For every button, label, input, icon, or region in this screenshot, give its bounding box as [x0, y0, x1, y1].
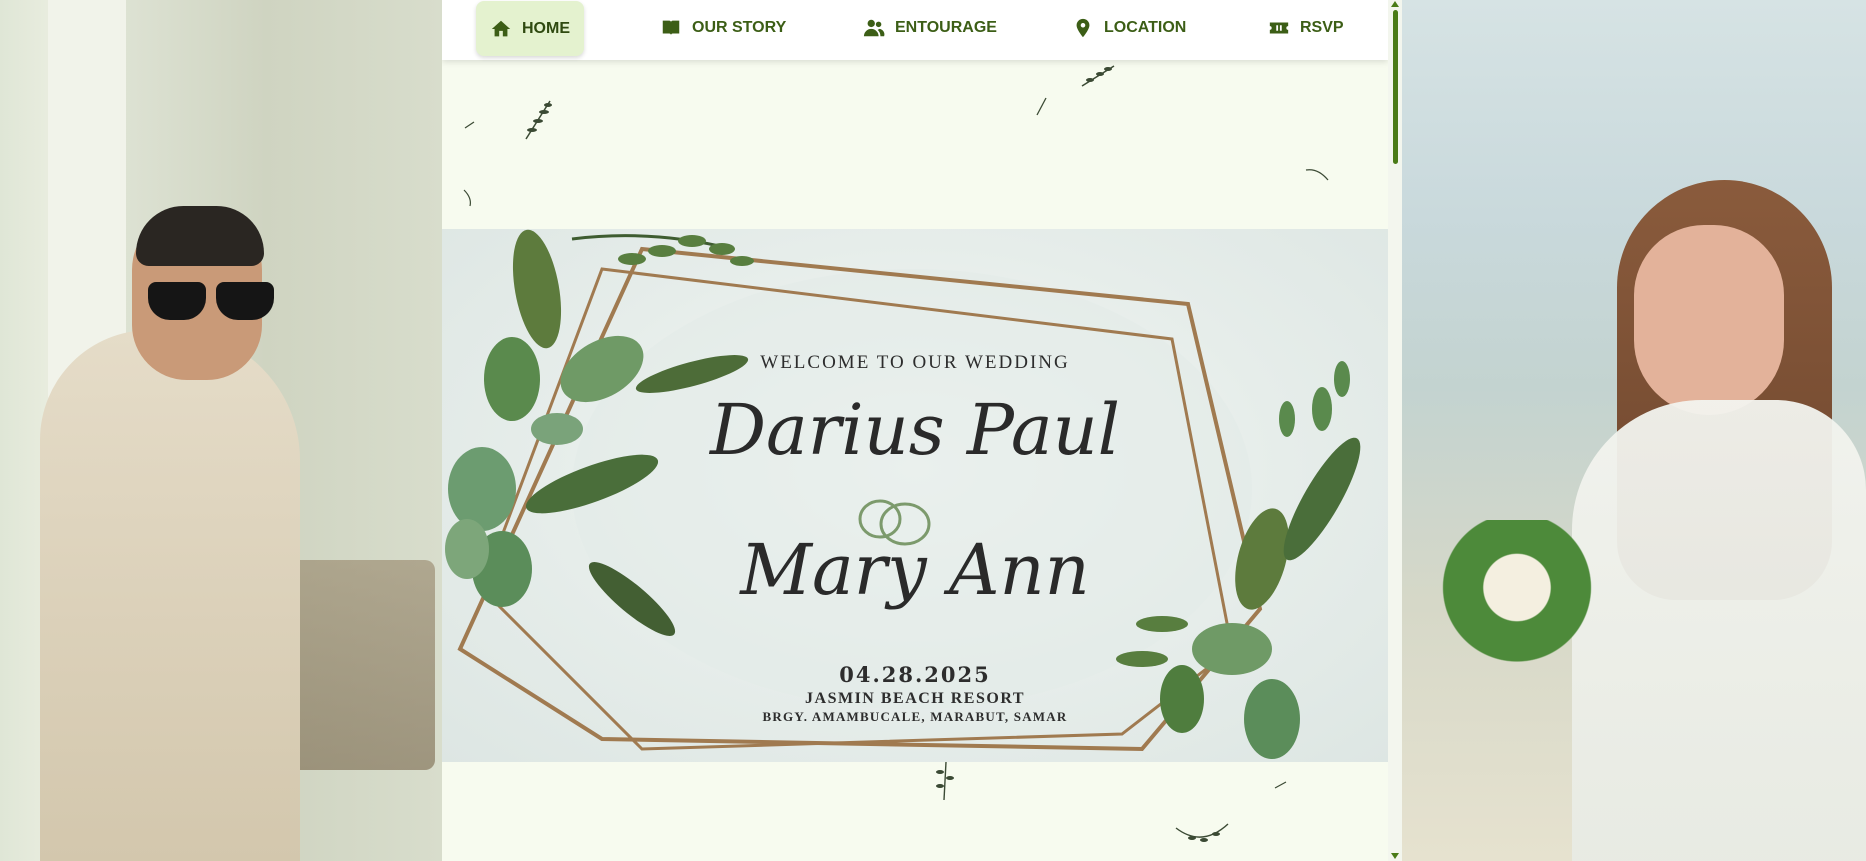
wedding-date: 04.28.2025	[839, 662, 991, 687]
book-icon	[662, 20, 680, 36]
nav-rsvp[interactable]: RSVP	[1268, 0, 1344, 56]
sprig-decoration	[525, 100, 552, 140]
people-icon	[863, 19, 885, 37]
venue-address: BRGY. AMAMBUCALE, MARABUT, SAMAR	[762, 709, 1068, 724]
vertical-scrollbar[interactable]	[1388, 0, 1402, 861]
nav-location-label: LOCATION	[1104, 19, 1187, 36]
welcome-heading: WELCOME TO OUR WEDDING	[760, 352, 1070, 373]
scroll-thumb[interactable]	[1393, 10, 1398, 164]
scroll-up-arrow[interactable]	[1391, 1, 1399, 7]
sprig-decoration	[936, 761, 954, 801]
nav-location[interactable]: LOCATION	[1072, 0, 1186, 56]
groom-suit	[40, 330, 300, 861]
bride-dress	[1572, 400, 1866, 861]
top-navbar: HOME OUR STORY ENTOURAGE LOCATION RSVP	[442, 0, 1388, 60]
sprig-decoration	[1081, 65, 1115, 87]
nav-entourage[interactable]: ENTOURAGE	[863, 0, 997, 56]
groom-photo	[0, 0, 442, 861]
sprig-decoration	[1036, 97, 1047, 116]
main-content: HOME OUR STORY ENTOURAGE LOCATION RSVP W…	[442, 0, 1402, 861]
ticket-icon	[1269, 22, 1289, 34]
sprig-decoration	[464, 121, 475, 129]
wedding-venue: JASMIN BEACH RESORT	[805, 690, 1025, 707]
map-pin-icon	[1076, 18, 1090, 38]
nav-our-story-label: OUR STORY	[692, 19, 787, 36]
sprig-decoration	[1305, 169, 1329, 181]
nav-home-label: HOME	[522, 19, 570, 37]
groom-name: Darius Paul	[709, 389, 1121, 471]
bride-photo	[1402, 0, 1866, 861]
wedding-invitation: WELCOME TO OUR WEDDING Darius Paul Mary …	[442, 229, 1388, 762]
bride-name: Mary Ann	[740, 529, 1090, 611]
groom-hair	[136, 206, 264, 266]
bouquet	[1432, 520, 1602, 670]
sprig-decoration	[463, 189, 471, 207]
home-icon	[491, 20, 511, 36]
nav-home[interactable]: HOME	[476, 1, 584, 56]
nav-rsvp-label: RSVP	[1300, 19, 1344, 36]
sunglasses	[148, 282, 276, 322]
sprig-decoration	[1274, 781, 1287, 789]
scroll-down-arrow[interactable]	[1391, 853, 1399, 859]
nav-our-story[interactable]: OUR STORY	[660, 0, 786, 56]
nav-entourage-label: ENTOURAGE	[895, 19, 997, 36]
sprig-decoration	[1175, 823, 1229, 842]
bride-face	[1634, 225, 1784, 415]
